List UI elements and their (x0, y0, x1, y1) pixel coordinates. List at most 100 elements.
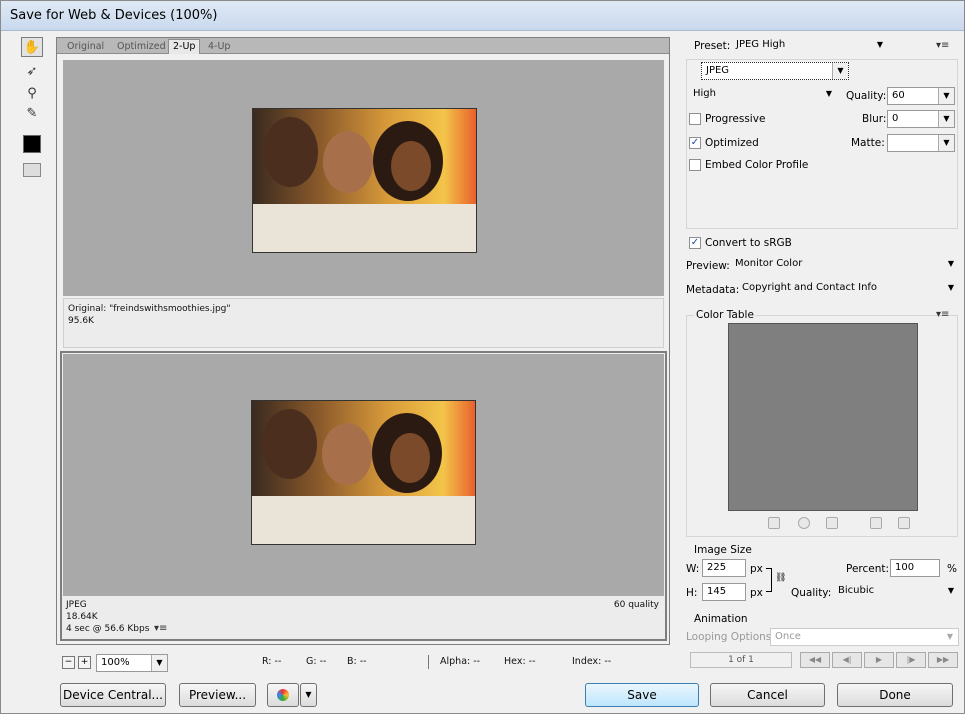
window-title: Save for Web & Devices (100%) (10, 8, 218, 23)
zoom-tool-icon[interactable]: ⚲ (21, 83, 43, 103)
convert-srgb-checkbox[interactable]: ✓ (689, 237, 701, 249)
color-swatch[interactable] (23, 135, 41, 153)
chevron-down-icon: ▼ (151, 655, 167, 671)
width-input[interactable]: 225 (702, 559, 746, 577)
format-select[interactable]: JPEG ▼ (701, 62, 849, 80)
eyedropper-tool-icon[interactable]: ✎ (21, 103, 43, 123)
quality-level-select[interactable]: High ▼ (689, 86, 837, 104)
settings-panel: Preset: JPEG High ▼ ▾≡ JPEG ▼ High ▼ Qua… (680, 35, 962, 675)
tab-optimized[interactable]: Optimized (113, 40, 170, 53)
resample-quality-value: Bicubic (838, 585, 875, 596)
animation-title: Animation (694, 613, 748, 625)
height-label: H: (686, 587, 698, 599)
zoom-in-button[interactable]: + (78, 656, 91, 669)
constrain-bracket (766, 568, 772, 592)
optimize-menu-icon[interactable]: ▾≡ (936, 40, 949, 51)
preset-value: JPEG High (736, 39, 786, 50)
view-tabs: Original Optimized 2-Up 4-Up (57, 38, 669, 54)
browser-preview-button[interactable] (267, 683, 299, 707)
map-transparent-icon[interactable] (768, 517, 780, 529)
next-frame-button[interactable]: |▶ (896, 652, 926, 668)
done-button[interactable]: Done (837, 683, 953, 707)
tab-original[interactable]: Original (63, 40, 108, 53)
chevron-down-icon: ▼ (938, 111, 954, 127)
percent-unit: % (947, 563, 957, 575)
chevron-down-icon: ▼ (938, 135, 954, 151)
preview-label: Preview: (686, 260, 730, 272)
hand-tool-icon[interactable]: ✋ (21, 37, 43, 57)
color-table[interactable] (728, 323, 918, 511)
save-button[interactable]: Save (585, 683, 699, 707)
resample-quality-select[interactable]: Bicubic ▼ (834, 583, 959, 601)
matte-select[interactable]: ▼ (887, 134, 955, 152)
cancel-button[interactable]: Cancel (710, 683, 825, 707)
optimized-preview[interactable] (63, 354, 664, 596)
progressive-checkbox[interactable] (689, 113, 701, 125)
color-table-menu-icon[interactable]: ▾≡ (936, 309, 949, 320)
quality-value: 60 (892, 90, 905, 101)
tab-2up[interactable]: 2-Up (168, 39, 201, 54)
last-frame-button[interactable]: ▶▶ (928, 652, 958, 668)
speed-menu-icon[interactable]: ▾≡ (154, 623, 167, 634)
save-for-web-dialog: Save for Web & Devices (100%) ✋ ➶ ⚲ ✎ Or… (0, 0, 965, 714)
tab-4up[interactable]: 4-Up (204, 40, 234, 53)
metadata-value: Copyright and Contact Info (742, 282, 878, 293)
browser-dropdown-button[interactable]: ▼ (300, 683, 317, 707)
download-speed[interactable]: 4 sec @ 56.6 Kbps (66, 624, 149, 635)
blur-input[interactable]: 0 ▼ (887, 110, 955, 128)
trash-icon[interactable] (898, 517, 910, 529)
image-size-title: Image Size (694, 544, 752, 556)
optimized-format: JPEG (66, 600, 87, 610)
original-image (252, 108, 477, 253)
optimized-preview-frame[interactable]: JPEG 18.64K 4 sec @ 56.6 Kbps ▾≡ 60 qual… (60, 351, 667, 641)
prev-frame-button[interactable]: ◀| (832, 652, 862, 668)
resample-quality-label: Quality: (791, 587, 832, 599)
chevron-down-icon: ▼ (947, 586, 955, 595)
divider (428, 655, 429, 669)
preview-select[interactable]: Monitor Color ▼ (731, 256, 959, 274)
chain-link-icon[interactable]: ⛓ (775, 573, 786, 583)
title-bar: Save for Web & Devices (100%) (1, 1, 964, 31)
optimized-image (251, 400, 476, 545)
zoom-level-select[interactable]: 100% ▼ (96, 654, 168, 672)
toggle-slices-icon[interactable] (23, 163, 41, 177)
optimized-checkbox[interactable]: ✓ (689, 137, 701, 149)
play-button[interactable]: ▶ (864, 652, 894, 668)
preset-label: Preset: (694, 40, 731, 52)
slice-select-tool-icon[interactable]: ➶ (21, 61, 43, 81)
web-shift-icon[interactable] (798, 517, 810, 529)
embed-profile-checkbox[interactable] (689, 159, 701, 171)
percent-label: Percent: (846, 563, 890, 575)
metadata-select[interactable]: Copyright and Contact Info ▼ (738, 280, 959, 298)
device-central-button[interactable]: Device Central... (60, 683, 166, 707)
height-input[interactable]: 145 (702, 583, 746, 601)
preset-select[interactable]: JPEG High ▼ (732, 37, 888, 55)
zoom-out-button[interactable]: − (62, 656, 75, 669)
quality-input[interactable]: 60 ▼ (887, 87, 955, 105)
readout-hex: Hex: -- (504, 656, 536, 667)
chevron-down-icon: ▼ (832, 63, 848, 79)
color-table-title: Color Table (694, 309, 756, 321)
readout-g: G: -- (306, 656, 327, 667)
convert-srgb-label: Convert to sRGB (705, 237, 792, 249)
metadata-label: Metadata: (686, 284, 740, 296)
chevron-down-icon: ▼ (947, 283, 955, 292)
height-value: 145 (707, 586, 727, 597)
readout-r: R: -- (262, 656, 282, 667)
first-frame-button[interactable]: ◀◀ (800, 652, 830, 668)
percent-input[interactable]: 100 (890, 559, 940, 577)
preview-value: Monitor Color (735, 258, 803, 269)
status-bar: − + 100% ▼ R: -- G: -- B: -- Alpha: -- H… (56, 651, 670, 673)
new-color-icon[interactable] (870, 517, 882, 529)
optimized-filesize: 18.64K (66, 612, 98, 622)
chevron-down-icon: ▼ (825, 89, 833, 98)
preview-button[interactable]: Preview... (179, 683, 256, 707)
lock-color-icon[interactable] (826, 517, 838, 529)
frame-count: 1 of 1 (690, 652, 792, 668)
looping-label: Looping Options: (686, 631, 775, 643)
chevron-down-icon: ▼ (876, 40, 884, 49)
format-value: JPEG (706, 65, 730, 76)
original-preview[interactable] (63, 60, 664, 296)
toolbar: ✋ ➶ ⚲ ✎ (15, 37, 49, 187)
blur-label: Blur: (862, 113, 887, 125)
